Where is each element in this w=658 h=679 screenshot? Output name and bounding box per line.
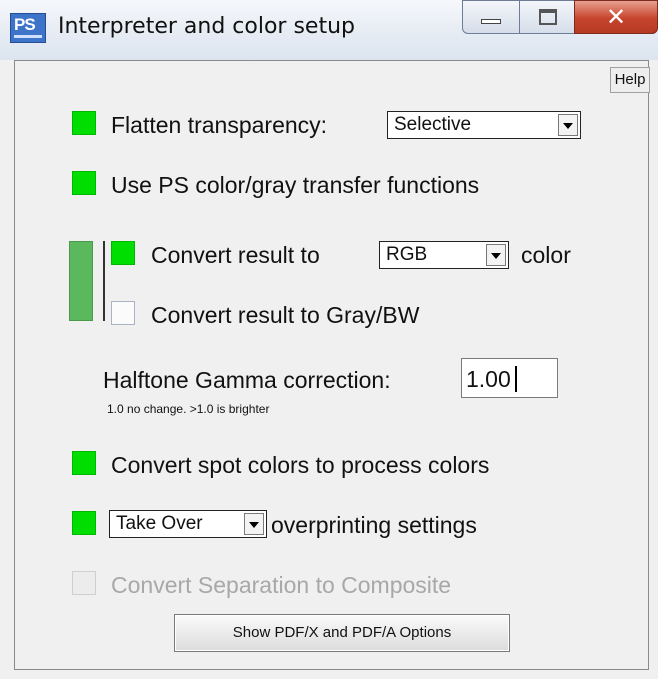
- window-controls: ✕: [462, 0, 658, 40]
- title-bar[interactable]: PS Interpreter and color setup ✕: [0, 0, 658, 60]
- gamma-value: 1.00: [466, 366, 511, 392]
- overprint-mode-value: Take Over: [116, 513, 203, 534]
- separation-checkbox[interactable]: [72, 571, 96, 595]
- convert-color-checkbox[interactable]: [111, 241, 135, 265]
- group-divider: [103, 241, 105, 321]
- maximize-button[interactable]: [519, 0, 575, 34]
- maximize-icon: [539, 9, 557, 25]
- flatten-mode-select[interactable]: Selective: [387, 111, 581, 139]
- convert-gray-label: Convert result to Gray/BW: [151, 302, 420, 328]
- show-pdfx-options-button[interactable]: Show PDF/X and PDF/A Options: [174, 614, 510, 652]
- help-button[interactable]: Help: [610, 67, 650, 93]
- overprint-checkbox[interactable]: [72, 511, 96, 535]
- window-title: Interpreter and color setup: [58, 14, 355, 39]
- color-space-select[interactable]: RGB: [379, 241, 509, 269]
- close-button[interactable]: ✕: [574, 0, 658, 34]
- app-icon-text: PS: [14, 15, 36, 34]
- gamma-input[interactable]: 1.00: [461, 358, 558, 398]
- ps-transfer-checkbox[interactable]: [72, 171, 96, 195]
- group-indicator-bar: [69, 241, 93, 321]
- convert-gray-checkbox[interactable]: [111, 301, 135, 325]
- gamma-label: Halftone Gamma correction:: [103, 367, 391, 393]
- overprint-label: overprinting settings: [271, 512, 477, 538]
- separation-label: Convert Separation to Composite: [111, 572, 452, 598]
- minimize-button[interactable]: [462, 0, 520, 34]
- dialog-body: Help Flatten transparency: Selective Use…: [14, 60, 650, 670]
- close-icon: ✕: [605, 3, 627, 31]
- chevron-down-icon: [244, 513, 264, 535]
- app-icon: PS: [10, 13, 46, 43]
- flatten-transparency-checkbox[interactable]: [72, 111, 96, 135]
- flatten-transparency-label: Flatten transparency:: [111, 112, 328, 138]
- color-space-value: RGB: [386, 244, 428, 265]
- gamma-hint: 1.0 no change. >1.0 is brighter: [107, 402, 270, 416]
- convert-color-label: Convert result to: [151, 242, 320, 268]
- spot-colors-label: Convert spot colors to process colors: [111, 452, 490, 478]
- chevron-down-icon: [486, 244, 506, 266]
- text-caret: [515, 366, 517, 392]
- flatten-mode-value: Selective: [394, 114, 472, 135]
- spot-colors-checkbox[interactable]: [72, 451, 96, 475]
- minimize-icon: [481, 19, 501, 24]
- app-icon-bar: [14, 35, 42, 38]
- convert-color-suffix: color: [521, 242, 571, 268]
- overprint-mode-select[interactable]: Take Over: [109, 510, 267, 538]
- ps-transfer-label: Use PS color/gray transfer functions: [111, 172, 480, 198]
- chevron-down-icon: [558, 114, 578, 136]
